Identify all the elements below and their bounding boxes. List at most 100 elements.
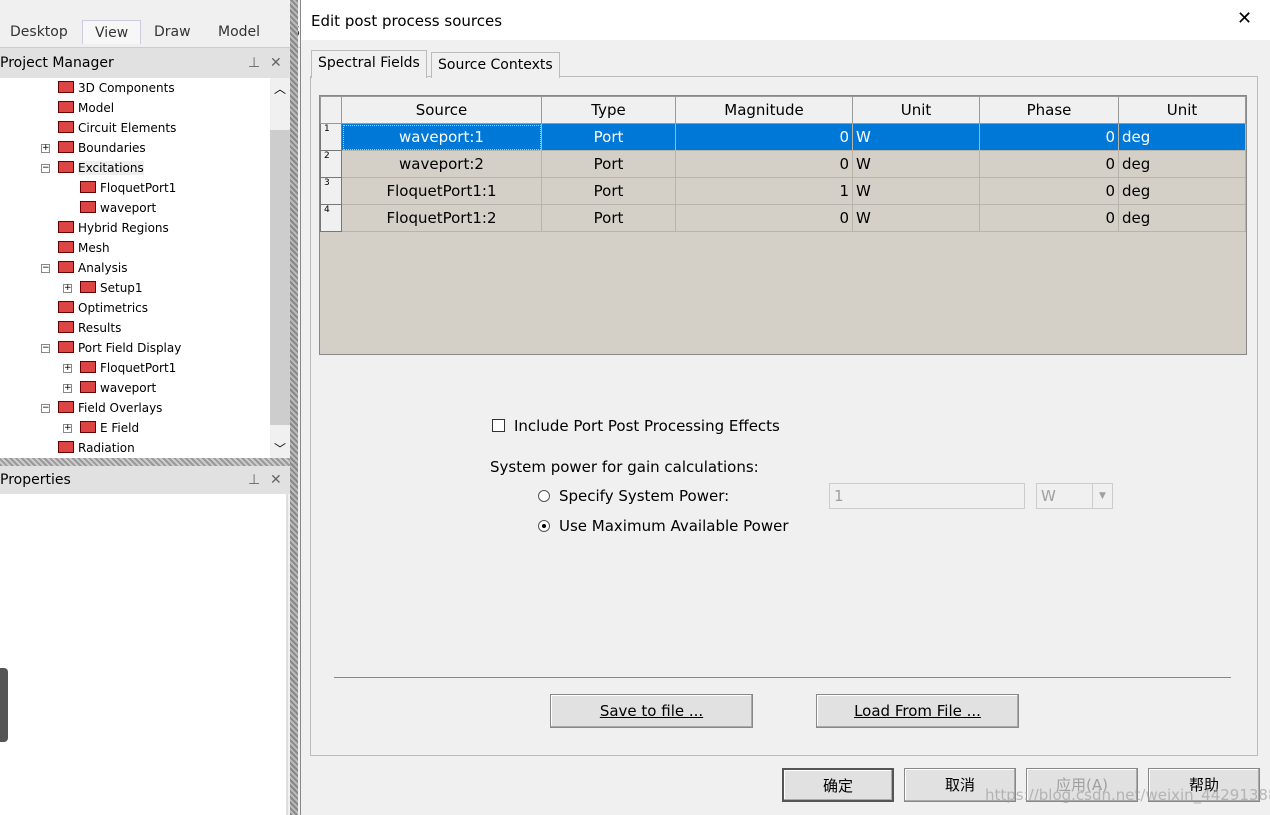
col-phase[interactable]: Phase [979,96,1119,124]
tab-spectral-fields[interactable]: Spectral Fields [311,50,427,78]
tree-node[interactable]: Circuit Elements [58,118,176,138]
magnitude-unit-cell[interactable]: W [852,204,980,232]
magnitude-cell[interactable]: 0 [675,204,853,232]
tree-node-icon [58,141,74,153]
expand-toggle[interactable]: − [41,404,50,413]
type-cell[interactable]: Port [541,123,676,151]
vertical-splitter[interactable] [290,0,298,815]
ok-button[interactable]: 确定 [782,768,894,802]
table-row[interactable]: 2 waveport:2 Port 0 W 0 deg [320,150,1246,178]
tree-node[interactable]: Radiation [58,438,135,458]
ribbon-tab-view[interactable]: View [82,20,142,44]
expand-toggle[interactable]: + [63,284,72,293]
tree-node[interactable]: Analysis [58,258,127,278]
phase-cell[interactable]: 0 [979,177,1119,205]
tree-node[interactable]: waveport [80,378,156,398]
phase-cell[interactable]: 0 [979,123,1119,151]
splitter[interactable] [0,458,290,466]
col-type[interactable]: Type [541,96,676,124]
tree-node-icon [80,281,96,293]
power-unit-select[interactable]: W ▼ [1036,483,1113,509]
expand-toggle[interactable]: − [41,264,50,273]
scroll-down-icon[interactable]: ﹀ [274,440,286,457]
pin-icon[interactable]: ⊥ [248,466,260,494]
source-cell[interactable]: waveport:2 [341,150,542,178]
specify-power-radio[interactable] [538,490,550,502]
scroll-up-icon[interactable]: ︿ [274,80,286,97]
row-number[interactable]: 1 [320,123,342,151]
ribbon-tab-desktop[interactable]: Desktop [10,20,68,44]
chevron-down-icon[interactable]: ▼ [1092,484,1112,508]
expand-toggle[interactable]: − [41,164,50,173]
table-row[interactable]: 1 waveport:1 Port 0 W 0 deg [320,123,1246,151]
tree-node[interactable]: Setup1 [80,278,143,298]
magnitude-unit-cell[interactable]: W [852,177,980,205]
row-number[interactable]: 3 [320,177,342,205]
tree-node-label: Hybrid Regions [78,221,169,235]
tree-node-icon [58,101,74,113]
expand-toggle[interactable]: + [41,144,50,153]
expand-toggle[interactable]: + [63,384,72,393]
magnitude-cell[interactable]: 1 [675,177,853,205]
tree-node[interactable]: Results [58,318,121,338]
row-number[interactable]: 2 [320,150,342,178]
col-magnitude[interactable]: Magnitude [675,96,853,124]
phase-cell[interactable]: 0 [979,204,1119,232]
tree-node[interactable]: FloquetPort1 [80,178,176,198]
phase-cell[interactable]: 0 [979,150,1119,178]
tree-node-label: Circuit Elements [78,121,177,135]
ribbon-tab-draw[interactable]: Draw [154,20,191,44]
expand-toggle[interactable]: + [63,364,72,373]
tree-node[interactable]: Model [58,98,114,118]
type-cell[interactable]: Port [541,150,676,178]
col-phase-unit[interactable]: Unit [1118,96,1246,124]
source-cell[interactable]: FloquetPort1:1 [341,177,542,205]
tree-node[interactable]: waveport [80,198,156,218]
type-cell[interactable]: Port [541,177,676,205]
source-cell[interactable]: waveport:1 [341,123,542,151]
table-row[interactable]: 3 FloquetPort1:1 Port 1 W 0 deg [320,177,1246,205]
phase-unit-cell[interactable]: deg [1118,177,1246,205]
expand-toggle[interactable]: − [41,344,50,353]
phase-unit-cell[interactable]: deg [1118,150,1246,178]
tree-node[interactable]: 3D Components [58,78,175,98]
load-from-file-button[interactable]: Load From File ... [816,694,1019,728]
close-icon[interactable]: ✕ [1237,8,1252,29]
tab-source-contexts[interactable]: Source Contexts [431,52,560,78]
magnitude-cell[interactable]: 0 [675,123,853,151]
tree-node[interactable]: Port Field Display [58,338,181,358]
system-power-input[interactable]: 1 [829,483,1025,509]
pin-icon[interactable]: ⊥ [248,48,260,78]
tree-node-label: Port Field Display [78,341,182,355]
watermark: https://blog.csdn.net/weixin_44291388 [985,786,1270,804]
source-cell[interactable]: FloquetPort1:2 [341,204,542,232]
tree-node[interactable]: Excitations [58,158,144,178]
tree-node[interactable]: Mesh [58,238,110,258]
save-to-file-button[interactable]: Save to file ... [550,694,753,728]
tree-node[interactable]: E Field [80,418,139,438]
close-icon[interactable]: ✕ [270,48,282,78]
phase-unit-cell[interactable]: deg [1118,204,1246,232]
properties-header: Properties ⊥ ✕ [0,466,290,494]
row-number[interactable]: 4 [320,204,342,232]
close-icon[interactable]: ✕ [270,466,282,494]
tree-scrollbar-thumb[interactable] [270,130,290,425]
max-power-radio[interactable] [538,520,550,532]
tree-node-icon [58,441,74,453]
tree-node[interactable]: FloquetPort1 [80,358,176,378]
include-port-effects-checkbox[interactable] [492,419,505,432]
type-cell[interactable]: Port [541,204,676,232]
col-source[interactable]: Source [341,96,542,124]
tree-node[interactable]: Field Overlays [58,398,162,418]
ribbon-tab-model[interactable]: Model [218,20,260,44]
magnitude-unit-cell[interactable]: W [852,123,980,151]
magnitude-unit-cell[interactable]: W [852,150,980,178]
tree-node[interactable]: Boundaries [58,138,146,158]
magnitude-cell[interactable]: 0 [675,150,853,178]
table-row[interactable]: 4 FloquetPort1:2 Port 0 W 0 deg [320,204,1246,232]
phase-unit-cell[interactable]: deg [1118,123,1246,151]
tree-node[interactable]: Optimetrics [58,298,148,318]
expand-toggle[interactable]: + [63,424,72,433]
col-mag-unit[interactable]: Unit [852,96,980,124]
tree-node[interactable]: Hybrid Regions [58,218,169,238]
